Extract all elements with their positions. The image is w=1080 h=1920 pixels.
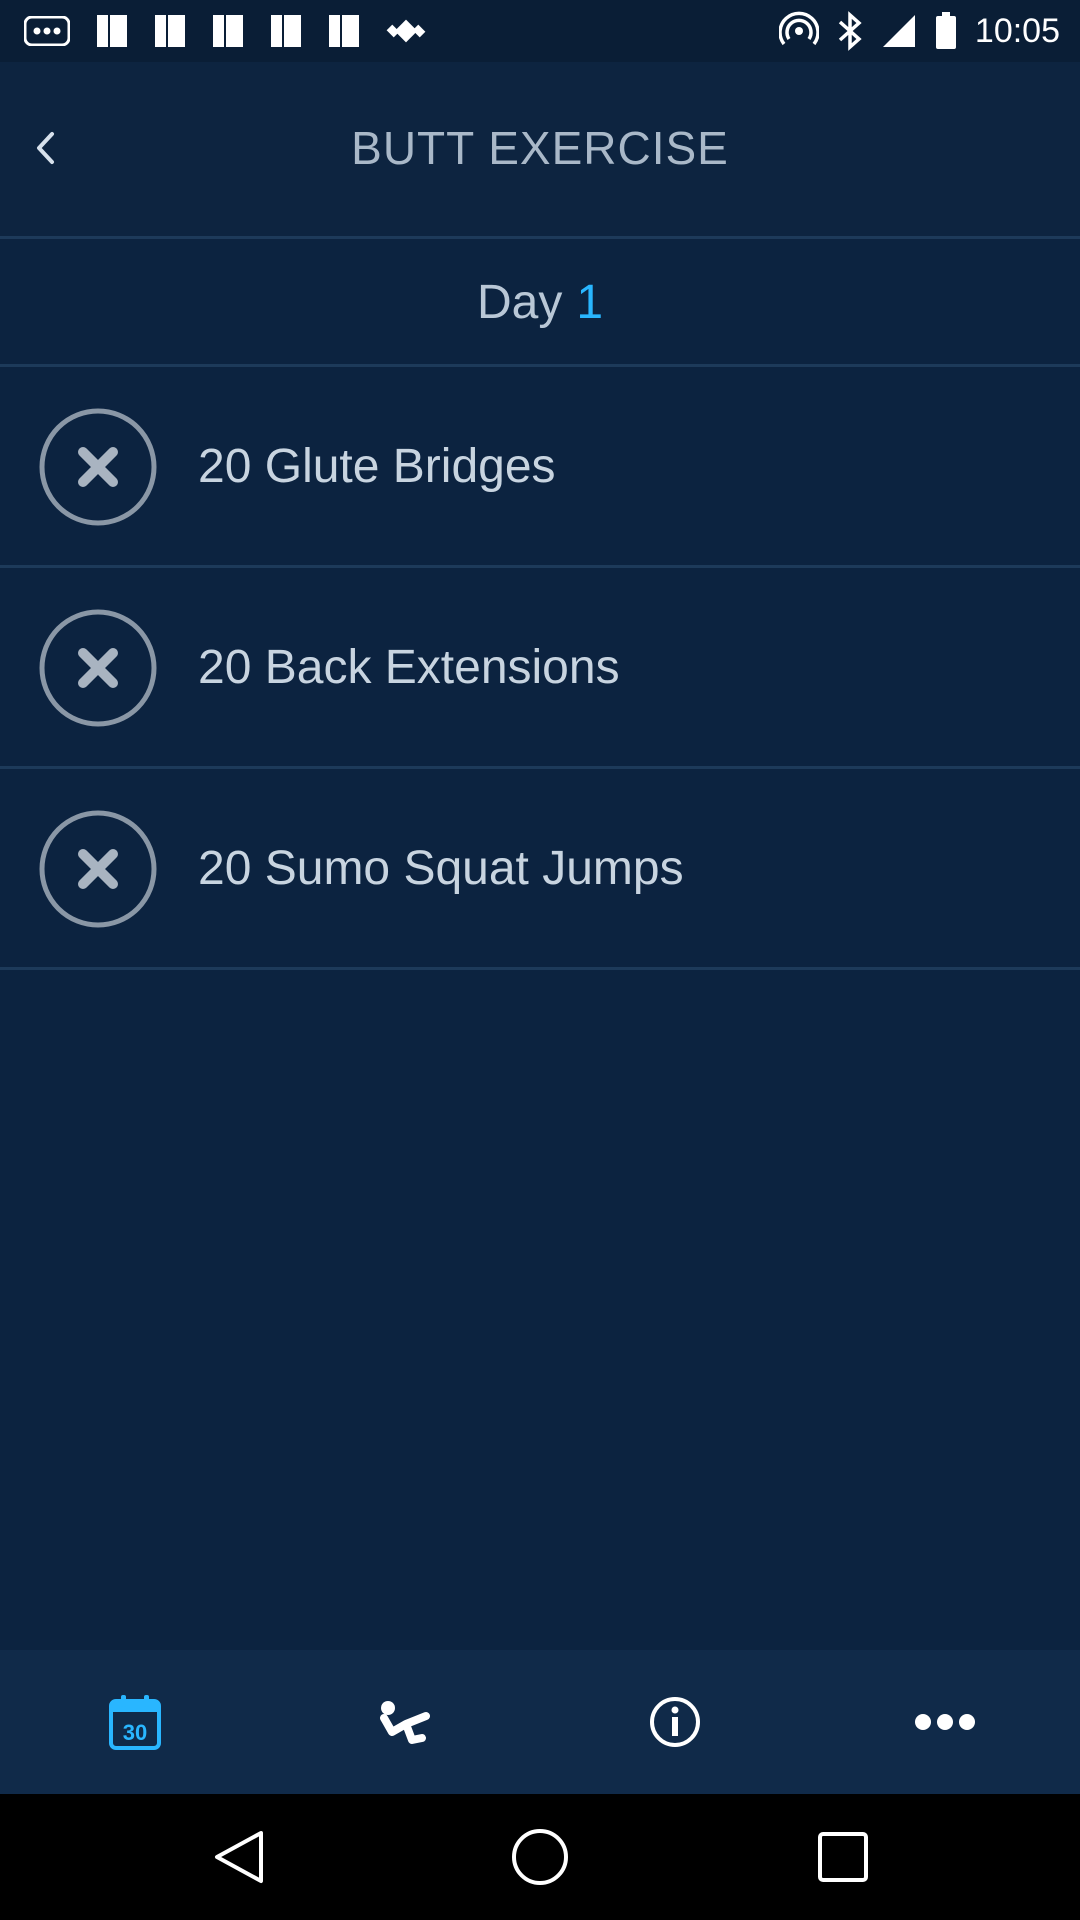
system-home-button[interactable] (507, 1824, 573, 1890)
back-triangle-icon (215, 1831, 263, 1883)
status-time: 10:05 (974, 11, 1060, 50)
system-back-button[interactable] (206, 1824, 272, 1890)
calendar-icon: 30 (109, 1695, 161, 1750)
status-bar: 10:05 (0, 0, 1080, 62)
image-icon (271, 15, 301, 47)
nav-item-exercise[interactable] (270, 1650, 540, 1794)
calendar-day-text: 30 (123, 1720, 147, 1745)
exercise-label: 20 Sumo Squat Jumps (198, 842, 684, 895)
bottom-nav: 30 (0, 1650, 1080, 1794)
day-number: 1 (576, 275, 604, 329)
status-left-icons (24, 10, 426, 52)
exercise-divider (0, 967, 1080, 970)
info-icon (650, 1697, 700, 1747)
system-nav-bar (0, 1794, 1080, 1920)
close-circle-icon[interactable] (38, 809, 158, 929)
image-icon (97, 15, 127, 47)
close-circle-icon[interactable] (38, 407, 158, 527)
nav-item-more[interactable] (810, 1650, 1080, 1794)
day-indicator: Day 1 (0, 240, 1080, 364)
exercise-label: 20 Glute Bridges (198, 440, 556, 493)
image-icon (329, 15, 359, 47)
day-label: Day (476, 275, 563, 329)
fake-gps-icon (386, 19, 426, 43)
header-divider (0, 236, 1080, 239)
image-icon (155, 15, 185, 47)
signal-icon (882, 15, 915, 47)
exercise-item[interactable]: 20 Sumo Squat Jumps (0, 769, 1080, 969)
nav-item-info[interactable] (540, 1650, 810, 1794)
page-title: BUTT EXERCISE (351, 122, 729, 174)
battery-icon (935, 12, 956, 49)
image-icon (213, 15, 243, 47)
system-recents-button[interactable] (810, 1824, 876, 1890)
nfc-icon (778, 11, 819, 46)
exercise-icon (380, 1701, 430, 1744)
more-icon (915, 1714, 975, 1730)
recents-square-icon (818, 1832, 868, 1882)
status-right-icons: 10:05 (778, 8, 1060, 54)
home-circle-icon (512, 1829, 568, 1885)
bluetooth-icon (838, 11, 862, 51)
close-circle-icon[interactable] (38, 608, 158, 728)
exercise-item[interactable]: 20 Glute Bridges (0, 367, 1080, 567)
exercise-label: 20 Back Extensions (198, 641, 620, 694)
nav-item-calendar[interactable]: 30 (0, 1650, 270, 1794)
exercise-item[interactable]: 20 Back Extensions (0, 568, 1080, 768)
notification-dots-icon (24, 16, 70, 46)
